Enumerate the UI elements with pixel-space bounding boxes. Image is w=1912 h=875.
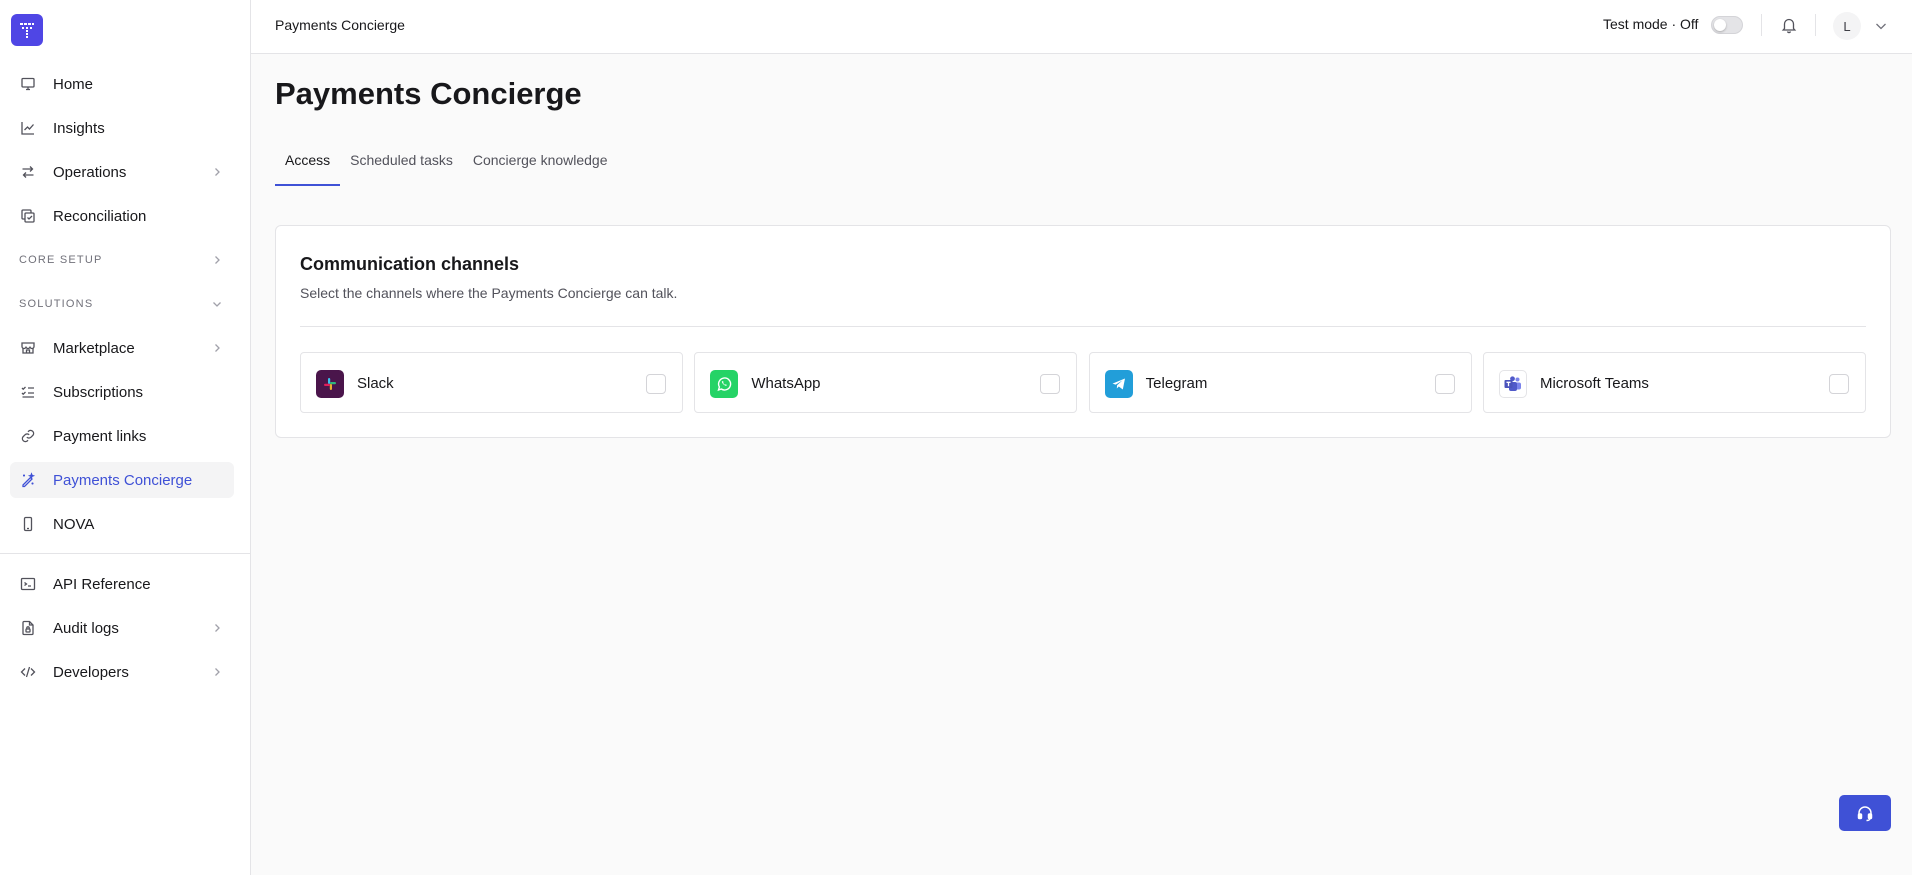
channel-list: Slack WhatsApp Telegram Microsoft Teams [300, 352, 1866, 413]
section-label-text: CORE SETUP [19, 254, 103, 266]
page-tabs: Access Scheduled tasks Concierge knowled… [275, 150, 618, 186]
chevron-right-icon [210, 621, 224, 635]
sidebar-item-developers[interactable]: Developers [10, 654, 234, 690]
topbar-divider [1815, 14, 1816, 36]
sidebar-nav-main: Home Insights Operations Reconciliation … [10, 66, 234, 550]
channel-whatsapp-checkbox[interactable] [1040, 374, 1061, 394]
section-solutions[interactable]: SOLUTIONS [10, 286, 234, 322]
test-mode-toggle[interactable] [1711, 16, 1743, 34]
headset-icon [1856, 804, 1874, 822]
tab-concierge-knowledge[interactable]: Concierge knowledge [463, 150, 618, 186]
sidebar-item-label: Reconciliation [53, 207, 147, 225]
sidebar-item-audit-logs[interactable]: Audit logs [10, 610, 234, 646]
sidebar: Home Insights Operations Reconciliation … [0, 0, 251, 875]
sidebar-item-subscriptions[interactable]: Subscriptions [10, 374, 234, 410]
sidebar-item-operations[interactable]: Operations [10, 154, 234, 190]
sidebar-item-label: Subscriptions [53, 383, 144, 401]
sidebar-item-label: Payments Concierge [53, 471, 193, 489]
card-subtitle: Select the channels where the Payments C… [300, 285, 678, 301]
test-mode-label: Test mode · Off [1603, 16, 1699, 32]
channel-microsoft-teams-checkbox[interactable] [1828, 374, 1849, 394]
channel-whatsapp[interactable]: WhatsApp [694, 352, 1078, 413]
telegram-icon [1104, 370, 1133, 398]
monitor-icon [20, 76, 36, 92]
card-divider [300, 326, 1866, 327]
channel-name: WhatsApp [751, 375, 821, 392]
tab-access[interactable]: Access [275, 150, 341, 186]
section-label-text: SOLUTIONS [19, 298, 94, 310]
sidebar-item-nova[interactable]: NOVA [10, 506, 234, 542]
sidebar-item-label: Developers [53, 663, 129, 681]
sidebar-item-payments-concierge[interactable]: Payments Concierge [10, 462, 234, 498]
sidebar-item-reconciliation[interactable]: Reconciliation [10, 198, 234, 234]
file-lock-icon [20, 620, 36, 636]
channel-telegram-checkbox[interactable] [1434, 374, 1455, 394]
chevron-right-icon [210, 165, 224, 179]
sidebar-item-label: API Reference [53, 575, 151, 593]
slack-icon [316, 370, 344, 398]
chevron-right-icon [210, 341, 224, 355]
sidebar-item-insights[interactable]: Insights [10, 110, 234, 146]
list-checks-icon [20, 384, 36, 400]
logo-icon [20, 23, 34, 38]
sidebar-item-api-reference[interactable]: API Reference [10, 566, 234, 602]
sidebar-item-home[interactable]: Home [10, 66, 234, 102]
bell-icon[interactable] [1780, 16, 1798, 34]
card-title: Communication channels [300, 254, 520, 274]
storefront-icon [20, 340, 36, 356]
channel-name: Slack [357, 375, 394, 392]
channel-name: Telegram [1145, 375, 1208, 392]
microsoft-teams-icon [1498, 370, 1527, 398]
sidebar-item-label: Audit logs [53, 619, 119, 637]
support-chat-button[interactable] [1839, 795, 1891, 831]
sidebar-item-label: Insights [53, 119, 105, 137]
sidebar-divider [0, 553, 251, 554]
phone-device-icon [20, 516, 36, 532]
toggle-knob [1714, 19, 1726, 31]
topbar: Payments Concierge Test mode · Off L [251, 0, 1912, 54]
communication-channels-card: Communication channels Select the channe… [275, 225, 1891, 438]
code-icon [20, 664, 36, 680]
topbar-divider [1761, 14, 1762, 36]
sidebar-item-label: Home [53, 75, 94, 93]
app-logo[interactable] [11, 14, 43, 46]
chevron-right-icon [210, 253, 224, 267]
arrows-swap-icon [20, 164, 36, 180]
link-icon [20, 428, 36, 444]
sidebar-item-payment-links[interactable]: Payment links [10, 418, 234, 454]
channel-slack[interactable]: Slack [300, 352, 683, 413]
channel-microsoft-teams[interactable]: Microsoft Teams [1482, 352, 1866, 413]
section-core-setup[interactable]: CORE SETUP [10, 242, 234, 278]
tab-scheduled-tasks[interactable]: Scheduled tasks [340, 150, 463, 186]
channel-slack-checkbox[interactable] [646, 374, 666, 394]
sparkles-pen-icon [20, 472, 36, 488]
sidebar-item-label: NOVA [53, 515, 95, 533]
sidebar-item-label: Payment links [53, 427, 147, 445]
avatar[interactable]: L [1833, 12, 1861, 40]
channel-telegram[interactable]: Telegram [1088, 352, 1472, 413]
sidebar-item-label: Marketplace [53, 339, 135, 357]
sidebar-item-marketplace[interactable]: Marketplace [10, 330, 234, 366]
chevron-right-icon [210, 665, 224, 679]
chevron-down-icon [210, 297, 224, 311]
chevron-down-icon[interactable] [1873, 18, 1889, 34]
breadcrumb[interactable]: Payments Concierge [275, 17, 405, 33]
sidebar-nav-bottom: API Reference Audit logs Developers [10, 566, 234, 698]
channel-name: Microsoft Teams [1539, 375, 1649, 392]
copy-check-icon [20, 208, 36, 224]
chart-line-icon [20, 120, 36, 136]
page-title: Payments Concierge [275, 76, 582, 111]
sidebar-item-label: Operations [53, 163, 127, 181]
terminal-icon [20, 576, 36, 592]
whatsapp-icon [710, 370, 739, 398]
